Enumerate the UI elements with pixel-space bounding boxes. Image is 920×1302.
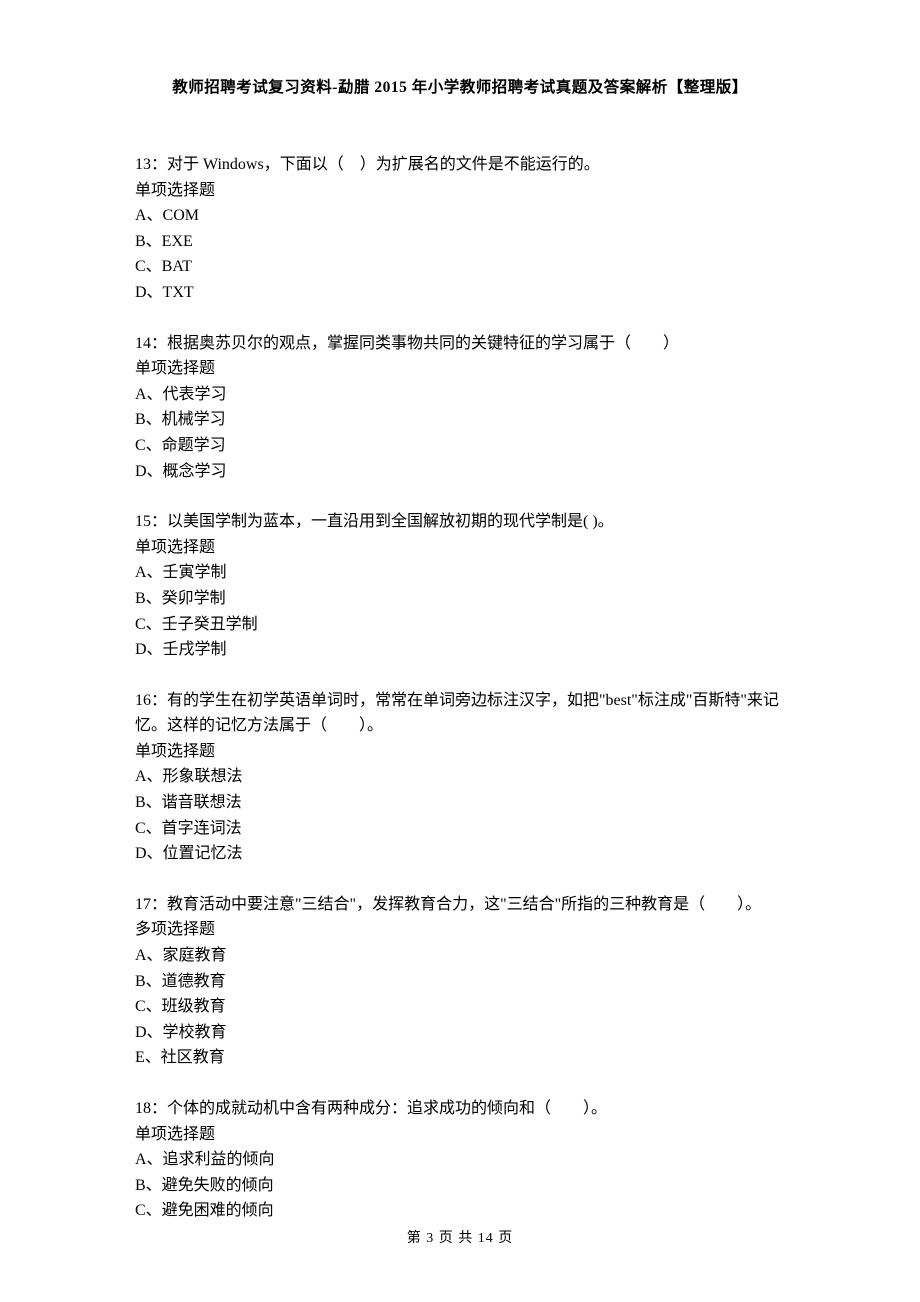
option-b: B、谐音联想法 (135, 790, 785, 816)
option-a: A、壬寅学制 (135, 560, 785, 586)
question-type: 多项选择题 (135, 917, 785, 943)
question-15: 15：以美国学制为蓝本，一直沿用到全国解放初期的现代学制是( )。 单项选择题 … (135, 509, 785, 663)
question-16: 16：有的学生在初学英语单词时，常常在单词旁边标注汉字，如把"best"标注成"… (135, 688, 785, 867)
question-14: 14：根据奥苏贝尔的观点，掌握同类事物共同的关键特征的学习属于（ ） 单项选择题… (135, 331, 785, 485)
option-a: A、形象联想法 (135, 764, 785, 790)
option-b: B、道德教育 (135, 969, 785, 995)
question-type: 单项选择题 (135, 535, 785, 561)
option-b: B、癸卯学制 (135, 586, 785, 612)
question-type: 单项选择题 (135, 356, 785, 382)
question-text: 15：以美国学制为蓝本，一直沿用到全国解放初期的现代学制是( )。 (135, 509, 785, 535)
question-text: 14：根据奥苏贝尔的观点，掌握同类事物共同的关键特征的学习属于（ ） (135, 331, 785, 357)
question-text: 13：对于 Windows，下面以（ ）为扩展名的文件是不能运行的。 (135, 152, 785, 178)
option-b: B、EXE (135, 229, 785, 255)
option-b: B、避免失败的倾向 (135, 1173, 785, 1199)
question-type: 单项选择题 (135, 1122, 785, 1148)
option-a: A、家庭教育 (135, 943, 785, 969)
option-d: D、位置记忆法 (135, 841, 785, 867)
option-c: C、命题学习 (135, 433, 785, 459)
option-c: C、避免困难的倾向 (135, 1198, 785, 1224)
question-18: 18：个体的成就动机中含有两种成分：追求成功的倾向和（ ）。 单项选择题 A、追… (135, 1096, 785, 1224)
question-17: 17：教育活动中要注意"三结合"，发挥教育合力，这"三结合"所指的三种教育是（ … (135, 892, 785, 1071)
option-c: C、首字连词法 (135, 816, 785, 842)
option-a: A、COM (135, 203, 785, 229)
option-c: C、班级教育 (135, 994, 785, 1020)
page-footer: 第 3 页 共 14 页 (0, 1227, 920, 1247)
option-b: B、机械学习 (135, 407, 785, 433)
question-type: 单项选择题 (135, 739, 785, 765)
question-text: 18：个体的成就动机中含有两种成分：追求成功的倾向和（ ）。 (135, 1096, 785, 1122)
option-d: D、TXT (135, 280, 785, 306)
option-c: C、BAT (135, 254, 785, 280)
question-text: 16：有的学生在初学英语单词时，常常在单词旁边标注汉字，如把"best"标注成"… (135, 688, 785, 739)
option-c: C、壬子癸丑学制 (135, 612, 785, 638)
option-d: D、学校教育 (135, 1020, 785, 1046)
page-header: 教师招聘考试复习资料-勐腊 2015 年小学教师招聘考试真题及答案解析【整理版】 (135, 75, 785, 97)
option-d: D、壬戌学制 (135, 637, 785, 663)
option-d: D、概念学习 (135, 459, 785, 485)
option-a: A、代表学习 (135, 382, 785, 408)
question-type: 单项选择题 (135, 178, 785, 204)
option-e: E、社区教育 (135, 1045, 785, 1071)
option-a: A、追求利益的倾向 (135, 1147, 785, 1173)
question-text: 17：教育活动中要注意"三结合"，发挥教育合力，这"三结合"所指的三种教育是（ … (135, 892, 785, 918)
question-13: 13：对于 Windows，下面以（ ）为扩展名的文件是不能运行的。 单项选择题… (135, 152, 785, 306)
